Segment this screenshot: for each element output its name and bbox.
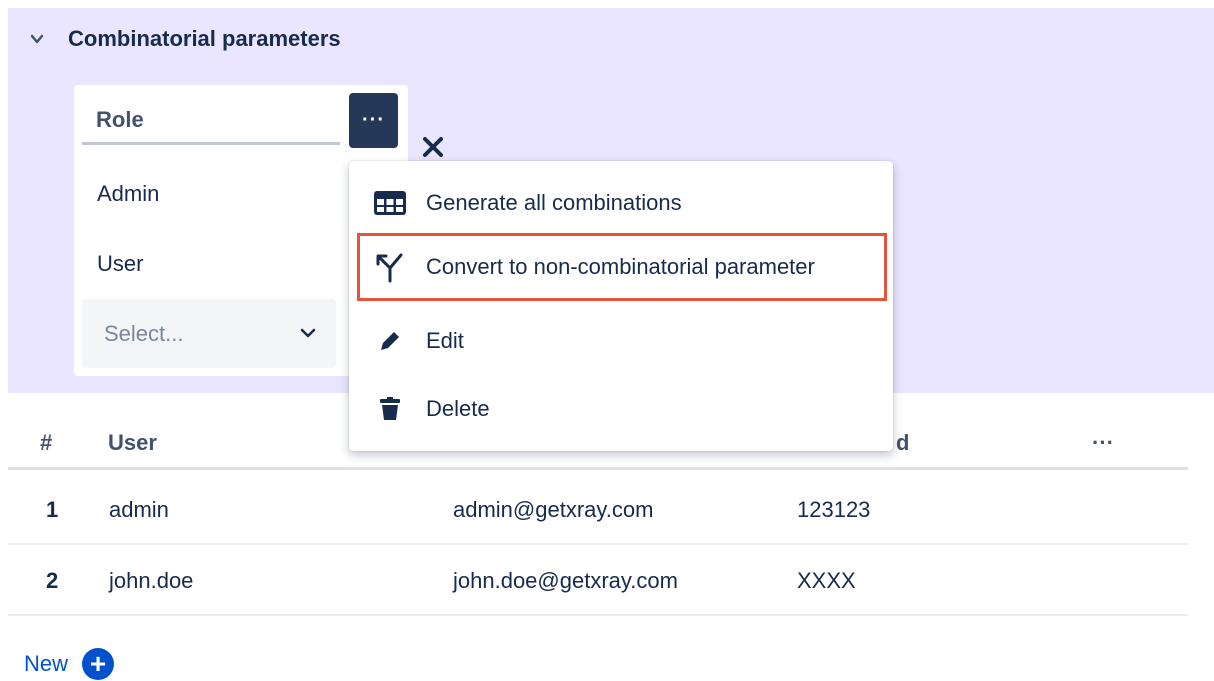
cell-user[interactable]: john.doe bbox=[109, 568, 193, 594]
section-title: Combinatorial parameters bbox=[68, 26, 341, 51]
plus-icon[interactable]: + bbox=[82, 648, 115, 680]
menu-item-convert-non-combinatorial[interactable]: Convert to non-combinatorial parameter bbox=[357, 233, 887, 301]
menu-item-label: Edit bbox=[426, 328, 464, 353]
parameter-name: Role bbox=[96, 107, 144, 132]
parameter-actions-menu: Generate all combinations Convert to non… bbox=[349, 161, 893, 451]
cell-user[interactable]: admin bbox=[109, 497, 169, 523]
chevron-down-icon bbox=[300, 328, 316, 338]
cell-password[interactable]: 123123 bbox=[797, 497, 870, 523]
table-row[interactable]: 1 admin admin@getxray.com 123123 bbox=[8, 475, 1188, 545]
menu-item-label: Generate all combinations bbox=[426, 190, 682, 215]
menu-item-label: Convert to non-combinatorial parameter bbox=[426, 254, 815, 279]
pencil-icon bbox=[373, 324, 407, 358]
table-icon bbox=[373, 186, 407, 220]
parameter-value[interactable]: Admin bbox=[97, 181, 159, 207]
new-label[interactable]: New bbox=[24, 651, 68, 677]
column-header-index: # bbox=[40, 430, 53, 455]
parameter-value[interactable]: User bbox=[97, 251, 143, 277]
table-row[interactable]: 2 john.doe john.doe@getxray.com XXXX bbox=[8, 546, 1188, 616]
chevron-down-icon[interactable] bbox=[30, 32, 44, 46]
parameter-more-button[interactable]: ··· bbox=[349, 93, 398, 148]
trash-icon bbox=[373, 392, 407, 426]
value-select[interactable]: Select... bbox=[82, 299, 336, 368]
menu-item-generate-combinations[interactable]: Generate all combinations bbox=[349, 169, 893, 237]
row-number: 1 bbox=[46, 497, 59, 522]
menu-item-edit[interactable]: Edit bbox=[349, 307, 893, 375]
column-header-user[interactable]: User bbox=[108, 430, 157, 456]
menu-item-label: Delete bbox=[426, 396, 490, 421]
section-header[interactable]: Combinatorial parameters bbox=[30, 26, 341, 52]
select-placeholder: Select... bbox=[104, 321, 184, 346]
row-number: 2 bbox=[46, 568, 59, 593]
column-more-button[interactable]: ··· bbox=[1092, 430, 1114, 456]
new-row-button[interactable]: New + bbox=[24, 648, 115, 680]
column-header-password[interactable]: d bbox=[896, 430, 909, 456]
cell-password[interactable]: XXXX bbox=[797, 568, 856, 594]
split-icon bbox=[373, 250, 407, 284]
cell-email[interactable]: admin@getxray.com bbox=[453, 497, 653, 523]
close-icon[interactable] bbox=[420, 134, 446, 160]
parameter-name-field[interactable]: Role bbox=[82, 93, 340, 145]
menu-item-delete[interactable]: Delete bbox=[349, 375, 893, 443]
cell-email[interactable]: john.doe@getxray.com bbox=[453, 568, 678, 594]
